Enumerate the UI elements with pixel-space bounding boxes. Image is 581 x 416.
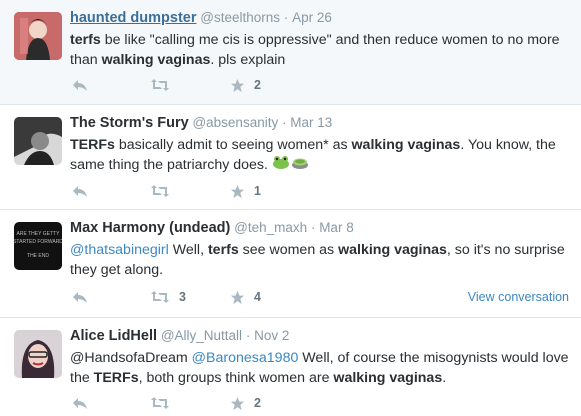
retweet-icon <box>151 185 169 197</box>
retweet-icon <box>151 397 169 409</box>
text-part: basically admit to seeing women* as <box>114 137 352 153</box>
tweet-text: @thatsabinegirl Well, terfs see women as… <box>70 240 570 280</box>
reply-icon <box>73 80 87 91</box>
star-icon <box>230 78 245 92</box>
avatar-image: ARE THEY GETTY STARTED FORWARD THE END <box>14 222 62 270</box>
user-name[interactable]: Alice LidHell <box>70 328 157 344</box>
text-part: . <box>442 370 447 386</box>
tweet[interactable]: Alice LidHell @Ally_Nuttall · Nov 2 @Han… <box>0 318 581 416</box>
text-part: TERFs <box>70 137 115 153</box>
favorite-count: 1 <box>254 184 261 198</box>
tweet[interactable]: The Storm's Fury @absensanity · Mar 13 T… <box>0 105 581 210</box>
text-part: see women as <box>238 242 339 258</box>
reply-icon <box>73 186 87 197</box>
retweet-icon <box>151 291 169 303</box>
tweet-header: The Storm's Fury @absensanity · Mar 13 <box>70 115 332 131</box>
reply-button[interactable] <box>72 181 88 201</box>
svg-text:ARE THEY GETTY: ARE THEY GETTY <box>17 231 61 237</box>
tweet-header: haunted dumpster @steelthorns · Apr 26 <box>70 10 332 26</box>
avatar-image <box>14 12 62 60</box>
user-name[interactable]: The Storm's Fury <box>70 115 189 131</box>
favorite-count: 4 <box>254 290 261 304</box>
user-name[interactable]: Max Harmony (undead) <box>70 220 230 236</box>
star-icon <box>230 396 245 410</box>
star-icon <box>230 290 245 304</box>
tweet-text: terfs be like "calling me cis is oppress… <box>70 30 570 70</box>
reply-icon <box>73 398 87 409</box>
avatar[interactable] <box>14 330 62 378</box>
text-part: , both groups think women are <box>138 370 334 386</box>
separator: · <box>282 115 287 130</box>
timestamp[interactable]: Mar 8 <box>319 220 354 235</box>
reply-button[interactable] <box>72 393 88 413</box>
retweet-count: 3 <box>179 290 186 304</box>
user-handle[interactable]: @steelthorns <box>200 10 280 25</box>
favorite-button[interactable]: 2 <box>230 393 261 413</box>
svg-text:STARTED FORWARD: STARTED FORWARD <box>14 239 62 245</box>
text-part: terfs <box>70 32 101 48</box>
tweet[interactable]: ARE THEY GETTY STARTED FORWARD THE END M… <box>0 210 581 318</box>
retweet-icon <box>151 79 169 91</box>
avatar[interactable] <box>14 12 62 60</box>
separator: · <box>245 328 251 343</box>
separator: · <box>310 220 316 235</box>
text-part: terfs <box>207 242 239 258</box>
reply-button[interactable] <box>72 287 88 307</box>
favorite-button[interactable]: 1 <box>230 181 261 201</box>
retweet-button[interactable]: 3 <box>150 287 186 307</box>
avatar[interactable] <box>14 117 62 165</box>
favorite-button[interactable]: 4 <box>230 287 261 307</box>
text-part: walking vaginas <box>333 370 443 386</box>
tweet-header: Max Harmony (undead) @teh_maxh · Mar 8 <box>70 220 354 236</box>
star-icon <box>230 184 245 198</box>
text-part: . pls explain <box>210 52 286 68</box>
user-handle[interactable]: @teh_maxh <box>234 220 307 235</box>
favorite-count: 2 <box>254 396 261 410</box>
retweet-button[interactable] <box>150 75 179 95</box>
tea-cup-emoji-icon <box>291 155 309 175</box>
timestamp[interactable]: Nov 2 <box>254 328 289 343</box>
user-handle[interactable]: @absensanity <box>192 115 278 130</box>
retweet-button[interactable] <box>150 393 179 413</box>
tweet[interactable]: haunted dumpster @steelthorns · Apr 26 t… <box>0 0 581 105</box>
frog-emoji-icon <box>272 155 290 175</box>
user-handle[interactable]: @Ally_Nuttall <box>161 328 242 343</box>
avatar-image <box>14 330 62 378</box>
favorite-count: 2 <box>254 78 261 92</box>
avatar-image <box>14 117 62 165</box>
text-part: walking vaginas <box>101 52 211 68</box>
avatar[interactable]: ARE THEY GETTY STARTED FORWARD THE END <box>14 222 62 270</box>
reply-button[interactable] <box>72 75 88 95</box>
text-part: Well, <box>168 242 208 258</box>
svg-text:THE END: THE END <box>27 253 49 259</box>
tweet-text: @HandsofaDream @Baronesa1980 Well, of co… <box>70 348 570 388</box>
favorite-button[interactable]: 2 <box>230 75 261 95</box>
separator: · <box>283 10 289 25</box>
timestamp[interactable]: Mar 13 <box>290 115 332 130</box>
text-part: walking vaginas <box>351 137 461 153</box>
tweet-text: TERFs basically admit to seeing women* a… <box>70 135 570 175</box>
reply-icon <box>73 292 87 303</box>
retweet-button[interactable] <box>150 181 179 201</box>
user-name[interactable]: haunted dumpster <box>70 10 196 26</box>
tweet-actions: 3 4 View conversation <box>70 287 575 307</box>
timestamp[interactable]: Apr 26 <box>292 10 332 25</box>
mention-link[interactable]: @Baronesa1980 <box>192 350 299 366</box>
tweet-header: Alice LidHell @Ally_Nuttall · Nov 2 <box>70 328 289 344</box>
mention-link[interactable]: @thatsabinegirl <box>70 242 169 258</box>
text-part: walking vaginas <box>338 242 447 258</box>
text-part: TERFs <box>93 370 139 386</box>
view-conversation-link[interactable]: View conversation <box>468 287 569 307</box>
text-part: @HandsofaDream <box>70 350 192 366</box>
